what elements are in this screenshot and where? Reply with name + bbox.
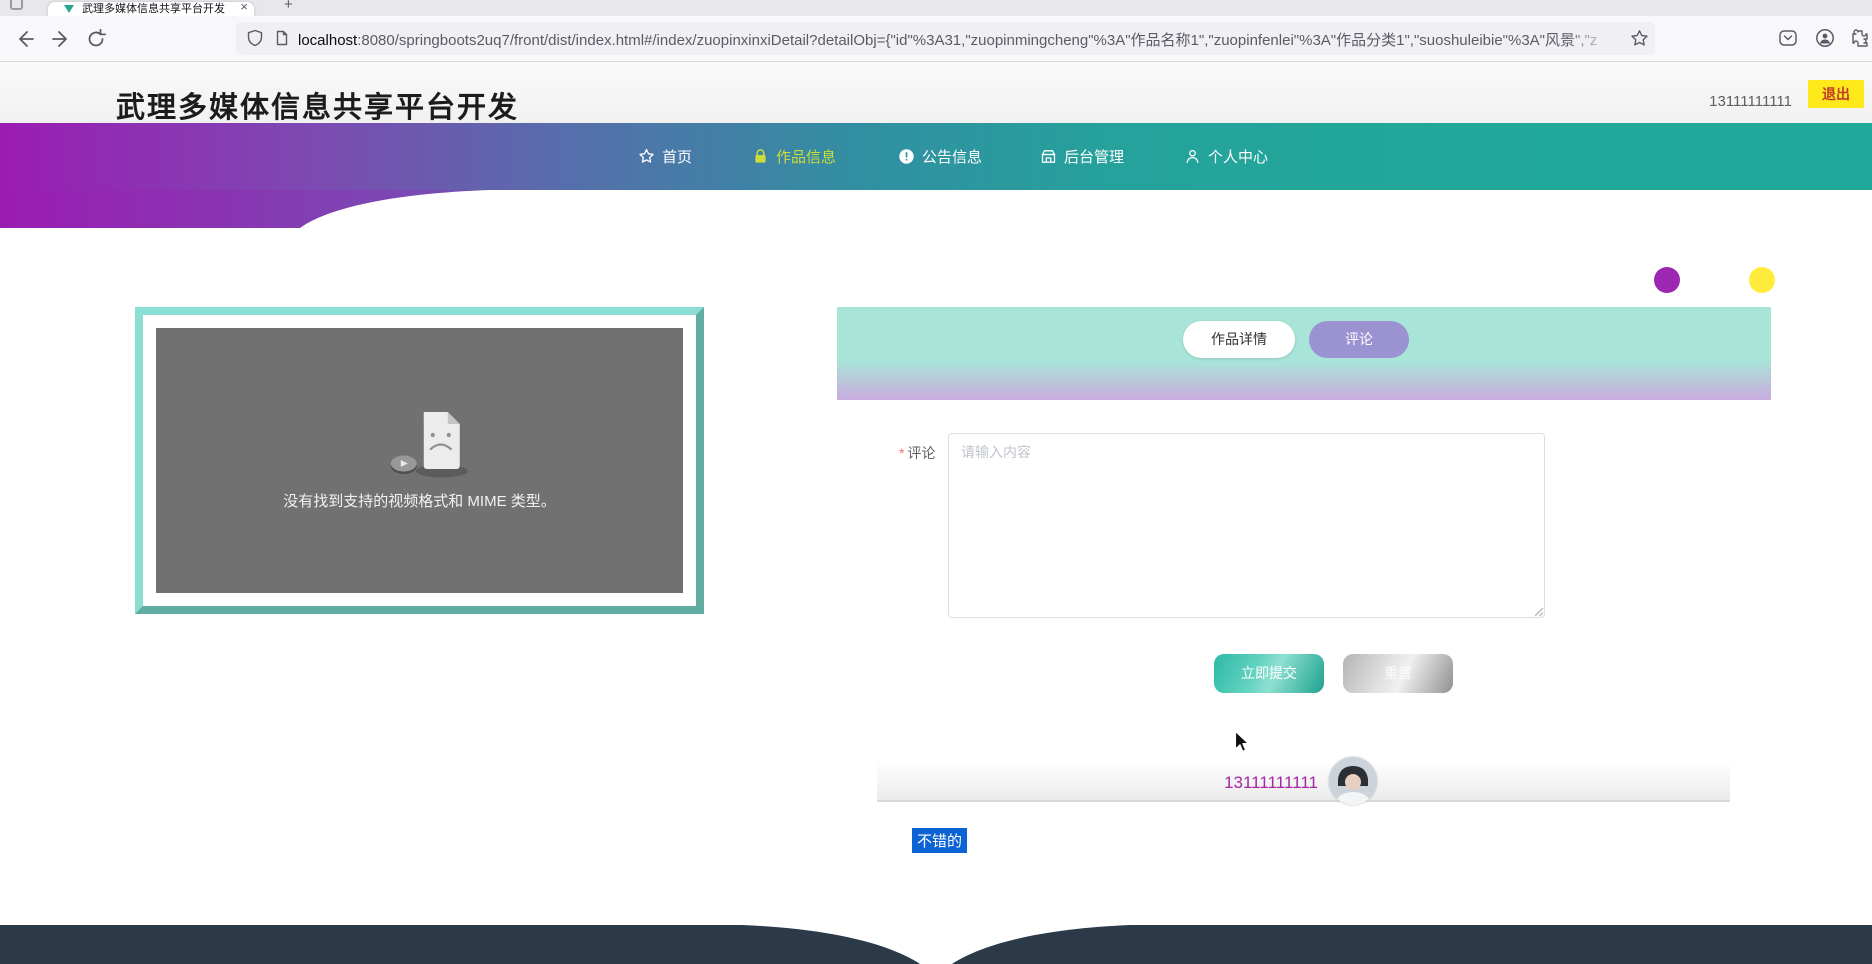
nav-label: 作品信息 [776, 149, 837, 166]
tab-close-icon[interactable]: × [240, 2, 248, 14]
nav-label: 首页 [662, 149, 693, 166]
forward-button-icon[interactable] [50, 28, 72, 50]
textarea-resize-handle[interactable] [1533, 606, 1544, 617]
shield-icon[interactable] [246, 29, 264, 47]
page-icon[interactable] [274, 30, 290, 46]
extensions-puzzle-icon[interactable] [1850, 28, 1870, 48]
building-icon [1041, 150, 1056, 163]
nav-label: 后台管理 [1064, 149, 1125, 166]
site-header: 武理多媒体信息共享平台开发 13111111111 退出 [0, 62, 1872, 124]
comment-text-selected[interactable]: 不错的 [912, 828, 968, 853]
comment-label-text: 评论 [907, 445, 936, 461]
info-icon [899, 149, 914, 164]
url-text: localhost:8080/springboots2uq7/front/dis… [298, 29, 1598, 50]
nav-item-announcements[interactable]: 公告信息 [898, 123, 982, 190]
star-icon [639, 148, 654, 163]
url-bar[interactable]: localhost:8080/springboots2uq7/front/dis… [236, 22, 1655, 55]
logout-button[interactable]: 退出 [1808, 80, 1864, 108]
account-icon[interactable] [1815, 28, 1835, 48]
reload-button-icon[interactable] [85, 28, 107, 50]
mouse-cursor [1234, 730, 1249, 752]
comment-input[interactable] [948, 433, 1545, 618]
site-favicon-icon [64, 5, 74, 13]
url-host: localhost [298, 32, 358, 49]
back-button-icon[interactable] [14, 28, 36, 50]
url-fade-overlay [1567, 22, 1627, 55]
comment-user[interactable]: 13111111111 [1224, 773, 1318, 793]
reset-button[interactable]: 重置 [1343, 654, 1453, 693]
nav-item-home[interactable]: 首页 [638, 123, 692, 190]
submit-button[interactable]: 立即提交 [1214, 654, 1324, 693]
window-icon[interactable] [10, 0, 23, 10]
required-asterisk: * [899, 445, 905, 461]
avatar-image [1329, 757, 1377, 805]
nav-item-personal[interactable]: 个人中心 [1184, 123, 1268, 190]
lock-icon [755, 149, 766, 163]
browser-tab[interactable]: 武理多媒体信息共享平台开发 × [48, 2, 254, 16]
page-title: 武理多媒体信息共享平台开发 [116, 92, 520, 124]
video-error-text: 没有找到支持的视频格式和 MIME 类型。 [283, 493, 556, 510]
decor-dot-white [1701, 267, 1727, 293]
decor-dot-purple [1654, 267, 1680, 293]
tab-comments[interactable]: 评论 [1309, 321, 1409, 358]
nav-label: 公告信息 [922, 149, 983, 166]
url-path: :8080/springboots2uq7/front/dist/index.h… [357, 32, 1598, 49]
user-icon [1186, 149, 1199, 163]
video-player-frame: 没有找到支持的视频格式和 MIME 类型。 [135, 307, 704, 614]
tab-work-detail[interactable]: 作品详情 [1183, 321, 1295, 358]
nav-item-works[interactable]: 作品信息 [752, 123, 836, 190]
video-error-icon [390, 412, 468, 478]
new-tab-button[interactable]: + [284, 0, 293, 13]
comment-row: 13111111111 [877, 757, 1730, 805]
main-nav: 首页 作品信息 公告信息 后台管理 个人中心 [0, 123, 1872, 293]
avatar[interactable] [1329, 757, 1377, 805]
browser-tab-strip: 武理多媒体信息共享平台开发 × + [0, 0, 1872, 16]
pocket-icon[interactable] [1778, 28, 1798, 48]
browser-toolbar: localhost:8080/springboots2uq7/front/dis… [0, 16, 1872, 62]
nav-decor-wedge [0, 190, 490, 228]
nav-item-admin[interactable]: 后台管理 [1040, 123, 1124, 190]
nav-label: 个人中心 [1208, 149, 1269, 166]
bookmark-star-icon[interactable] [1630, 29, 1649, 48]
header-phone: 13111111111 [1709, 93, 1792, 110]
video-player[interactable]: 没有找到支持的视频格式和 MIME 类型。 [156, 328, 683, 593]
decor-dot-yellow [1749, 267, 1775, 293]
footer [0, 925, 1872, 964]
comment-field-label: * 评论 [899, 443, 935, 463]
detail-panel-header: 作品详情 评论 [837, 307, 1771, 400]
tab-title: 武理多媒体信息共享平台开发 [82, 3, 225, 15]
